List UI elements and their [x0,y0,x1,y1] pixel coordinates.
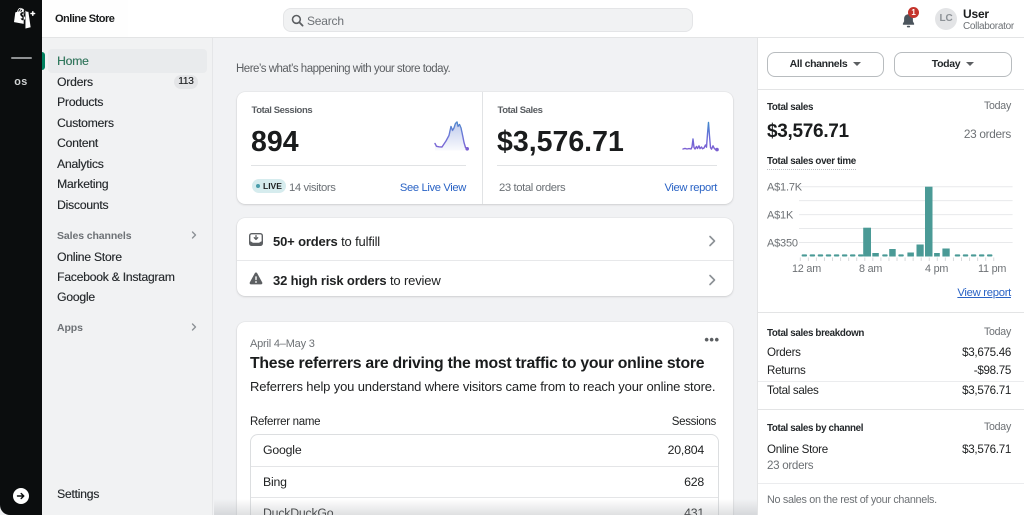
svg-text:4 pm: 4 pm [925,263,948,275]
svg-text:A$1K: A$1K [767,210,794,222]
svg-text:A$350: A$350 [767,238,798,250]
svg-text:12 am: 12 am [792,263,821,275]
svg-text:11 pm: 11 pm [978,263,1006,275]
svg-text:8 am: 8 am [859,263,882,275]
svg-text:A$1.7K: A$1.7K [767,182,803,194]
